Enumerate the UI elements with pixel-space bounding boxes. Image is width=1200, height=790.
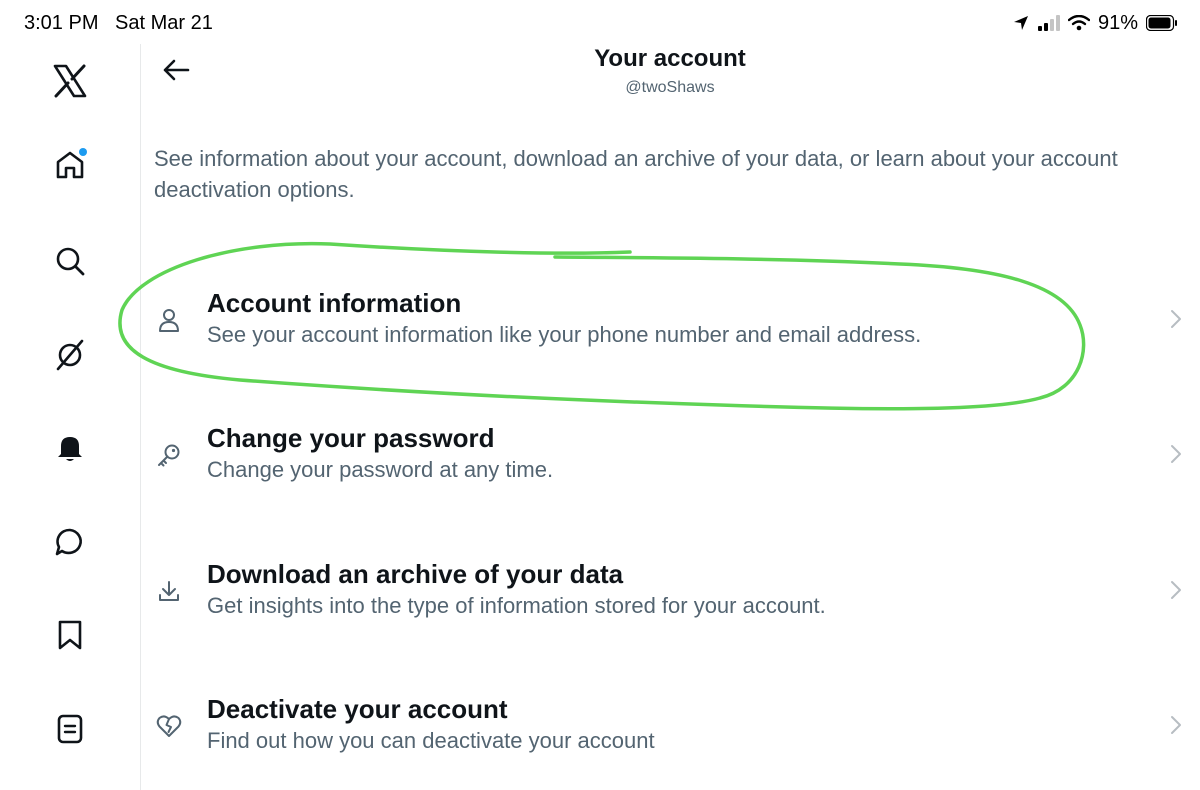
message-icon — [54, 526, 86, 558]
download-icon — [154, 576, 184, 606]
status-bar: 3:01 PM Sat Mar 21 91% — [0, 0, 1200, 44]
grok-icon — [53, 338, 87, 372]
status-time: 3:01 PM — [24, 12, 99, 34]
menu-item-description: See your account information like your p… — [207, 322, 922, 347]
chevron-right-icon — [1166, 578, 1186, 602]
menu-item-title: Account information — [207, 288, 462, 318]
search-icon — [54, 245, 86, 277]
cellular-signal-icon — [1037, 15, 1060, 31]
page-title: Your account — [594, 45, 746, 72]
sidebar-item-lists[interactable] — [49, 708, 91, 750]
menu-item-title: Download an archive of your data — [207, 559, 624, 589]
back-button[interactable] — [156, 54, 196, 90]
sidebar-item-notifications[interactable] — [49, 427, 91, 469]
sidebar-item-explore[interactable] — [49, 240, 91, 282]
page-description: See information about your account, down… — [154, 146, 1118, 202]
menu-item-title: Change your password — [207, 423, 495, 453]
chevron-right-icon — [1166, 442, 1186, 466]
status-date: Sat Mar 21 — [115, 12, 213, 34]
sidebar-item-grok[interactable] — [49, 334, 91, 376]
sidebar-nav — [0, 44, 141, 790]
notification-dot — [79, 148, 87, 156]
menu-item-description: Find out how you can deactivate your acc… — [207, 728, 655, 753]
menu-item-account-information[interactable]: Account information See your account inf… — [142, 255, 1200, 385]
x-logo-icon — [53, 64, 87, 98]
bookmark-icon — [55, 619, 85, 651]
menu-item-deactivate-account[interactable]: Deactivate your account Find out how you… — [142, 661, 1200, 790]
wifi-icon — [1067, 15, 1090, 31]
sidebar-item-home[interactable] — [49, 144, 91, 186]
account-handle: @twoShaws — [625, 79, 715, 96]
person-icon — [154, 305, 184, 335]
battery-percentage: 91% — [1097, 11, 1138, 34]
sidebar-item-messages[interactable] — [49, 521, 91, 563]
menu-item-description: Get insights into the type of informatio… — [207, 593, 826, 618]
screen: 3:01 PM Sat Mar 21 91% Your account @two… — [0, 0, 1200, 790]
menu-item-title: Deactivate your account — [207, 694, 508, 724]
status-right-group: 91% — [1012, 10, 1178, 36]
location-arrow-icon — [1012, 14, 1030, 32]
key-icon — [154, 440, 184, 470]
sidebar-item-bookmarks[interactable] — [49, 614, 91, 656]
bell-icon — [54, 432, 86, 464]
list-icon — [55, 713, 85, 745]
menu-item-change-password[interactable]: Change your password Change your passwor… — [142, 390, 1200, 520]
chevron-right-icon — [1166, 713, 1186, 737]
battery-icon — [1146, 15, 1178, 31]
broken-heart-icon — [154, 711, 184, 741]
menu-item-description: Change your password at any time. — [207, 457, 554, 482]
menu-item-download-archive[interactable]: Download an archive of your data Get ins… — [142, 526, 1200, 656]
arrow-left-icon — [162, 58, 190, 87]
chevron-right-icon — [1166, 307, 1186, 331]
sidebar-item-x-logo[interactable] — [49, 60, 91, 102]
